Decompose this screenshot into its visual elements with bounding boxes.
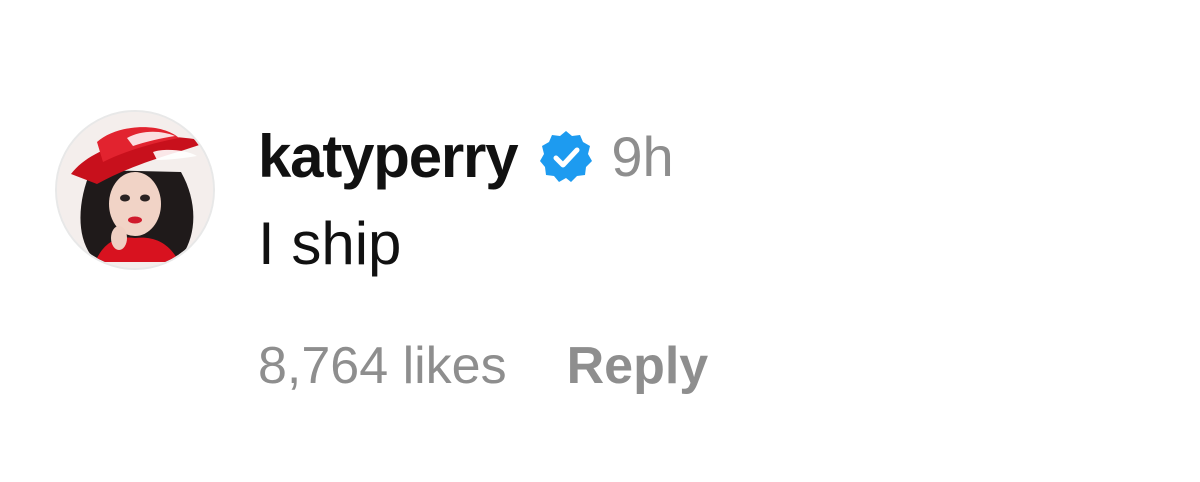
comment-header: katyperry 9h — [258, 120, 674, 194]
timestamp: 9h — [611, 125, 674, 188]
comment-text: I ship — [258, 210, 402, 277]
avatar[interactable] — [57, 112, 213, 268]
reply-button[interactable]: Reply — [567, 340, 709, 392]
likes-count[interactable]: 8,764 likes — [258, 340, 507, 392]
comment-actions: 8,764 likes Reply — [258, 340, 708, 392]
username-link[interactable]: katyperry — [258, 127, 519, 187]
verified-badge-icon — [537, 128, 595, 186]
comment-item: katyperry 9h I ship 8,764 likes Reply — [0, 0, 1200, 482]
